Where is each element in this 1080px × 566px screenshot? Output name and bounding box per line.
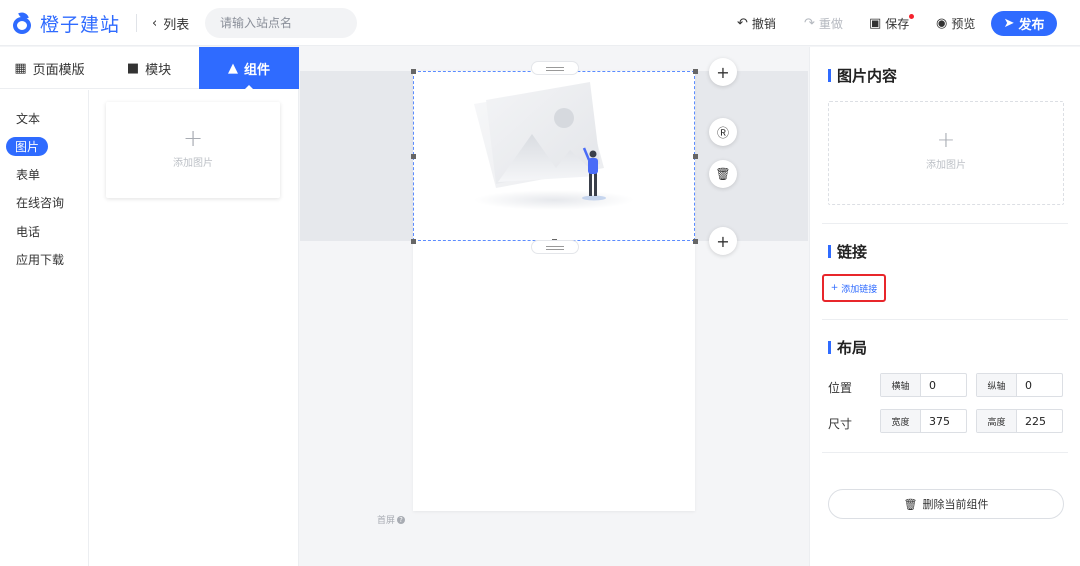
trash-icon: 🗑 — [903, 497, 918, 511]
unsaved-dot — [909, 14, 915, 19]
resize-handle[interactable] — [411, 69, 416, 74]
tab-page-templates[interactable]: ▦ 页面模版 — [0, 47, 99, 89]
orange-logo-icon — [12, 10, 34, 34]
image-section-title: 图片内容 — [828, 65, 897, 86]
divider — [822, 452, 1068, 453]
logo[interactable]: 橙子建站 — [12, 9, 120, 37]
height-field[interactable]: 高度 225 — [976, 409, 1063, 433]
category-app-download[interactable]: 应用下载 — [16, 251, 64, 268]
width-label: 宽度 — [881, 410, 921, 432]
template-icon: ▦ — [14, 60, 27, 76]
top-bar: 橙子建站 ‹ 列表 ↶ 撤销 ↷ 重做 ▣ 保存 ◉ 预览 ➤ 发布 — [0, 0, 1080, 46]
size-label: 尺寸 — [828, 417, 853, 431]
publish-label: 发布 — [1018, 18, 1045, 33]
category-phone[interactable]: 电话 — [16, 223, 40, 240]
image-upload-area[interactable]: + 添加图片 — [828, 101, 1064, 205]
tab-components[interactable]: ▲ 组件 — [199, 47, 299, 90]
delete-component-button[interactable]: 🗑 — [709, 160, 737, 188]
divider — [822, 223, 1068, 224]
add-link-label: 添加链接 — [841, 284, 878, 295]
help-icon[interactable]: ? — [397, 515, 406, 524]
eye-icon: ◉ — [936, 16, 948, 31]
preview-button[interactable]: ◉ 预览 — [936, 15, 975, 32]
drag-grip-bottom[interactable] — [531, 240, 579, 254]
drag-grip-top[interactable] — [531, 61, 579, 75]
site-name-input[interactable] — [205, 8, 357, 38]
height-label: 高度 — [977, 410, 1017, 432]
divider — [822, 319, 1068, 320]
send-icon: ➤ — [1003, 16, 1015, 31]
undo-label: 撤销 — [751, 17, 776, 31]
y-axis-label: 纵轴 — [977, 374, 1017, 396]
undo-icon: ↶ — [737, 16, 748, 31]
brand-name: 橙子建站 — [40, 13, 121, 36]
selected-image-component[interactable] — [413, 71, 695, 241]
plus-icon: + — [716, 62, 730, 82]
category-image[interactable]: 图片 — [6, 137, 49, 156]
layout-section-title: 布局 — [828, 337, 867, 358]
fold-label: 首屏 — [377, 516, 396, 526]
tab-label: 组件 — [243, 62, 270, 78]
link-section-title: 链接 — [828, 241, 867, 262]
divider — [136, 14, 137, 32]
chevron-left-icon: ‹ — [152, 16, 158, 31]
resize-handle[interactable] — [411, 239, 416, 244]
position-label: 位置 — [828, 381, 853, 395]
tab-modules[interactable]: ■ 模块 — [99, 47, 199, 89]
upload-label: 添加图片 — [926, 160, 966, 171]
info-box-icon: Ⓡ — [716, 125, 729, 140]
resize-handle[interactable] — [693, 239, 698, 244]
preview-label: 预览 — [951, 17, 976, 31]
width-value[interactable]: 375 — [921, 410, 966, 432]
save-icon: ▣ — [869, 16, 882, 31]
trash-icon: 🗑 — [715, 167, 731, 181]
component-info-button[interactable]: Ⓡ — [709, 118, 737, 146]
plus-icon: + — [182, 124, 204, 152]
properties-panel: 图片内容 + 添加图片 链接 + 添加链接 布局 位置 横轴 0 纵轴 0 尺寸… — [809, 47, 1080, 566]
back-label: 列表 — [163, 18, 190, 33]
delete-current-component-button[interactable]: 🗑 删除当前组件 — [828, 489, 1064, 519]
category-form[interactable]: 表单 — [16, 166, 40, 183]
add-above-button[interactable]: + — [709, 58, 737, 86]
tab-label: 模块 — [145, 62, 172, 78]
panel-tabs: ▦ 页面模版 ■ 模块 ▲ 组件 — [0, 47, 299, 90]
add-below-button[interactable]: + — [709, 227, 737, 255]
plus-icon: + — [716, 231, 730, 251]
x-axis-value[interactable]: 0 — [921, 374, 966, 396]
add-link-button[interactable]: + 添加链接 — [822, 274, 886, 302]
x-axis-field[interactable]: 横轴 0 — [880, 373, 967, 397]
category-text[interactable]: 文本 — [16, 110, 40, 127]
redo-icon: ↷ — [804, 16, 815, 31]
y-axis-field[interactable]: 纵轴 0 — [976, 373, 1063, 397]
delete-label: 删除当前组件 — [922, 498, 989, 511]
add-image-component-card[interactable]: + 添加图片 — [106, 102, 280, 198]
resize-handle[interactable] — [693, 69, 698, 74]
plus-icon: + — [830, 283, 839, 293]
module-icon: ■ — [126, 60, 140, 76]
resize-handle[interactable] — [411, 154, 416, 159]
puzzle-icon: ▲ — [227, 60, 238, 76]
card-label: 添加图片 — [173, 158, 213, 169]
publish-button[interactable]: ➤ 发布 — [991, 11, 1057, 36]
left-panel: ▦ 页面模版 ■ 模块 ▲ 组件 文本 图片 表单 在线咨询 电话 应用下载 +… — [0, 47, 299, 566]
redo-button[interactable]: ↷ 重做 — [804, 15, 843, 32]
tab-label: 页面模版 — [32, 62, 85, 78]
save-label: 保存 — [885, 17, 910, 31]
redo-label: 重做 — [818, 17, 843, 31]
width-field[interactable]: 宽度 375 — [880, 409, 967, 433]
plus-icon: + — [936, 128, 956, 153]
height-value[interactable]: 225 — [1017, 410, 1062, 432]
x-axis-label: 横轴 — [881, 374, 921, 396]
undo-button[interactable]: ↶ 撤销 — [737, 15, 776, 32]
back-to-list-button[interactable]: ‹ 列表 — [152, 14, 189, 33]
category-list: 文本 图片 表单 在线咨询 电话 应用下载 — [0, 90, 89, 566]
resize-handle[interactable] — [693, 154, 698, 159]
save-button[interactable]: ▣ 保存 — [869, 14, 915, 32]
category-online-consult[interactable]: 在线咨询 — [16, 194, 64, 211]
y-axis-value[interactable]: 0 — [1017, 374, 1062, 396]
image-placeholder-illustration — [474, 82, 634, 210]
first-screen-marker: 首屏 ? — [377, 513, 406, 526]
